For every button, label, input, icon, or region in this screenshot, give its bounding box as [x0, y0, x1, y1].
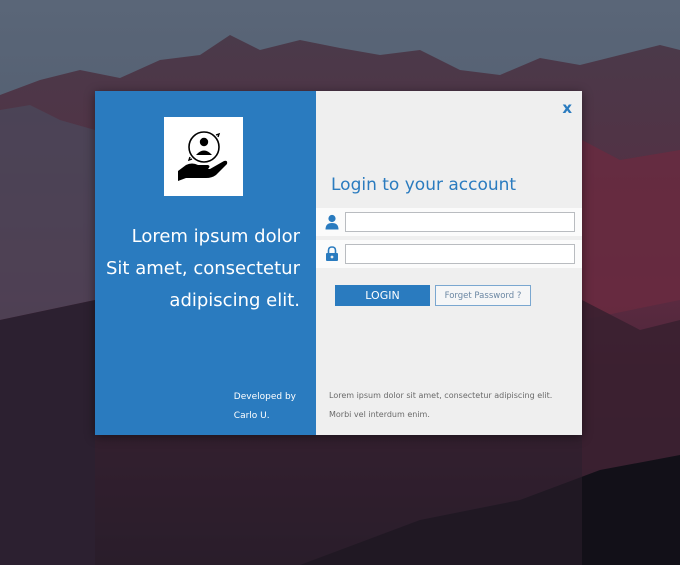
tagline: Lorem ipsum dolor Sit amet, consectetur …	[106, 221, 300, 317]
close-icon: x	[562, 99, 572, 117]
brand-panel: Lorem ipsum dolor Sit amet, consectetur …	[95, 91, 316, 435]
password-row	[316, 240, 582, 268]
footer-line: Lorem ipsum dolor sit amet, consectetur …	[329, 391, 553, 400]
forget-password-button[interactable]: Forget Password ?	[435, 285, 531, 306]
tagline-line: adipiscing elit.	[169, 290, 300, 311]
user-icon	[325, 214, 339, 230]
logo	[164, 117, 243, 196]
footer-line: Morbi vel interdum enim.	[329, 410, 430, 419]
login-modal: Lorem ipsum dolor Sit amet, consectetur …	[95, 91, 582, 435]
username-input[interactable]	[345, 212, 575, 232]
hand-user-logo-icon	[177, 130, 227, 181]
developer-label: Developed by	[233, 392, 296, 402]
form-title: Login to your account	[331, 175, 517, 195]
developer-credit: Developed by Carlo U.	[234, 388, 296, 426]
login-button[interactable]: LOGIN	[335, 285, 430, 306]
tagline-line: Lorem ipsum dolor	[131, 226, 300, 247]
username-row	[316, 208, 582, 236]
close-button[interactable]: x	[562, 99, 572, 117]
footer-text: Lorem ipsum dolor sit amet, consectetur …	[329, 386, 552, 424]
login-form-panel: x Login to your account LOGIN Forget Pas…	[316, 91, 582, 435]
developer-name: Carlo U.	[233, 411, 270, 421]
password-input[interactable]	[345, 244, 575, 264]
tagline-line: Sit amet, consectetur	[105, 258, 300, 279]
lock-icon	[326, 246, 338, 261]
